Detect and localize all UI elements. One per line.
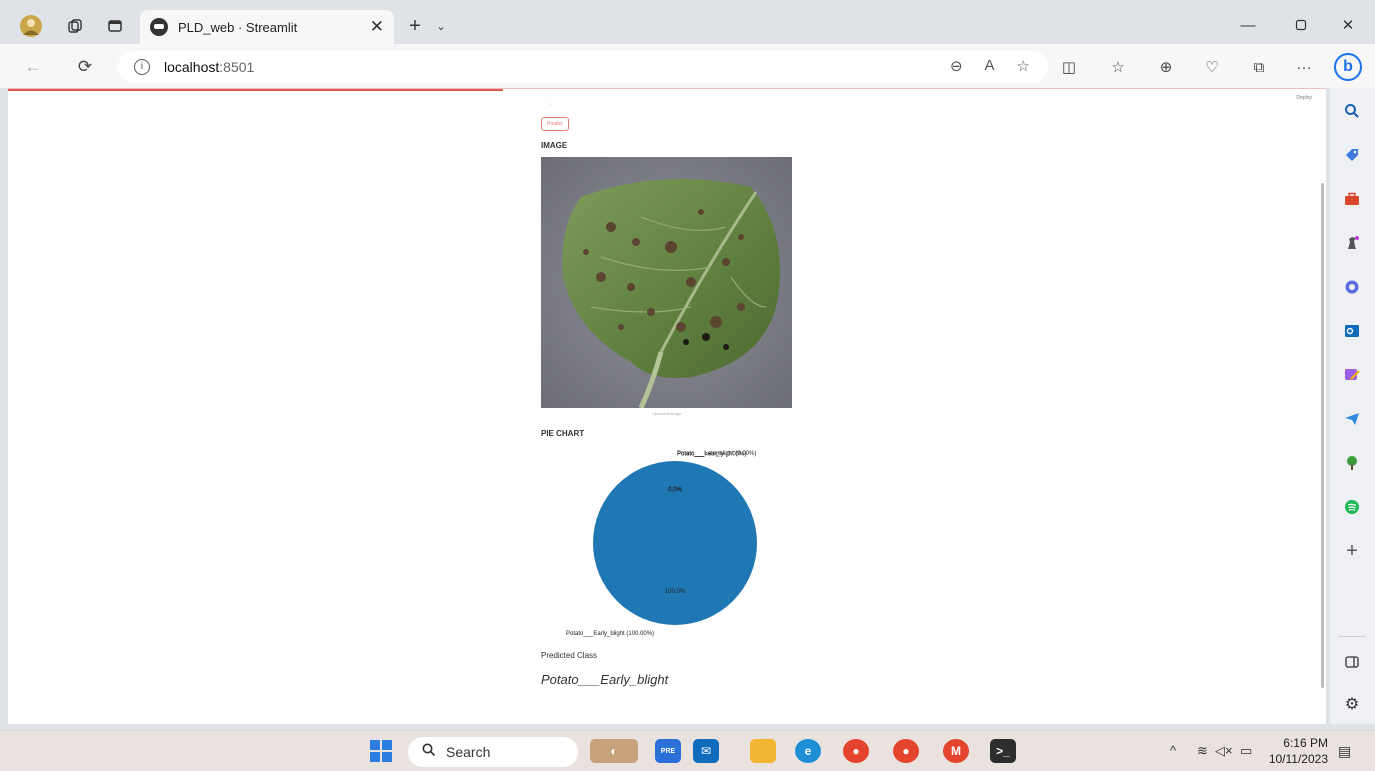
predicted-class-heading: Predicted Class (541, 651, 598, 660)
address-bar[interactable]: i localhost:8501 ⊖ A ☆ (118, 51, 1048, 83)
tab-list-chevron-down-icon[interactable]: ⌄ (428, 13, 454, 39)
workspaces-icon[interactable] (62, 13, 88, 39)
maximize-icon[interactable] (1281, 12, 1321, 38)
image-heading: IMAGE (541, 141, 568, 150)
search-icon (422, 743, 436, 761)
file-explorer-icon[interactable] (750, 739, 776, 763)
hide-sidebar-icon[interactable] (1339, 649, 1365, 675)
battery-icon[interactable]: ▭ (1240, 743, 1252, 759)
widgets-icon[interactable]: ◐ (590, 739, 638, 763)
minimize-icon[interactable]: — (1228, 12, 1268, 38)
extensions-icon[interactable]: ⧉ (1245, 54, 1273, 80)
outlook-icon[interactable] (1339, 318, 1365, 344)
tree-icon[interactable] (1339, 450, 1365, 476)
edge-sidebar: + ⚙ (1330, 88, 1375, 724)
notification-icon[interactable]: ▤ (1338, 743, 1351, 760)
address-toolbar: ← ⟳ i localhost:8501 ⊖ A ☆ ◫ ☆ ⊕ ♡ ⧉ ···… (0, 44, 1375, 88)
sidebar-divider (1338, 636, 1366, 637)
volume-muted-icon[interactable]: ◁× (1215, 743, 1233, 759)
copilot-bing-icon[interactable]: b (1334, 53, 1362, 81)
predicted-class-value: Potato___Early_blight (541, 672, 669, 687)
favorite-star-icon[interactable]: ☆ (1017, 57, 1030, 75)
close-tab-icon[interactable]: ✕ (370, 17, 384, 37)
image-caption: Uploaded Image (651, 411, 682, 416)
show-hidden-icons-icon[interactable]: ^ (1170, 743, 1176, 758)
tab-pld-web[interactable]: PLD_web · Streamlit ✕ (140, 10, 394, 44)
windows-start-icon[interactable] (370, 740, 392, 762)
pie-slice (593, 461, 757, 625)
back-arrow-icon[interactable]: ← (20, 54, 46, 80)
wifi-icon[interactable]: ≋ (1197, 743, 1208, 759)
pie-pct-label: 100.0% (665, 589, 686, 595)
page-scrollbar[interactable] (1321, 183, 1324, 688)
pie-pct-label: 0.0% (668, 488, 682, 494)
collections-icon[interactable]: ⊕ (1152, 54, 1180, 80)
shopping-tag-icon[interactable] (1339, 142, 1365, 168)
windows-taskbar: Search ◐ PRE ✉ e ● ● M >_ ^ ≋ ◁× ▭ 6:16 … (0, 730, 1375, 771)
streamlit-favicon-icon (150, 18, 168, 36)
upload-remnant-icon: ◡ (549, 100, 555, 106)
pie-slice-label: Potato___Early_blight (100.00%) (566, 631, 654, 637)
microsoft-365-icon[interactable] (1339, 274, 1365, 300)
system-clock[interactable]: 6:16 PM 10/11/2023 (1258, 735, 1328, 767)
mail-icon[interactable]: ✉ (693, 739, 719, 763)
chrome-profile-3-icon[interactable]: M (943, 739, 969, 763)
refresh-icon[interactable]: ⟳ (72, 54, 98, 80)
clock-date: 10/11/2023 (1268, 752, 1328, 766)
uploaded-leaf-image (541, 157, 792, 408)
pie-chart: 100.0% Potato___Early_blight (100.00%) Pot… (551, 445, 801, 645)
chrome-icon[interactable]: ● (843, 739, 869, 763)
deploy-button[interactable]: Deploy (1296, 95, 1312, 101)
tab-title: PLD_web · Streamlit (178, 19, 298, 35)
pie-chart-svg: 100.0% Potato___Early_blight (100.00%) Pot… (566, 451, 757, 637)
spotify-icon[interactable] (1339, 494, 1365, 520)
telegram-send-icon[interactable] (1339, 406, 1365, 432)
taskbar-search[interactable]: Search (408, 737, 578, 767)
pie-slice-label: Potato___healthy (0.00%) (677, 452, 746, 458)
chrome-profile-2-icon[interactable]: ● (893, 739, 919, 763)
pie-chart-heading: PIE CHART (541, 429, 585, 438)
taskbar-search-label: Search (446, 744, 491, 760)
url-port: :8501 (219, 59, 255, 75)
search-icon[interactable] (1339, 98, 1365, 124)
pre-app-icon[interactable]: PRE (655, 739, 681, 763)
games-chess-icon[interactable] (1339, 230, 1365, 256)
zoom-out-icon[interactable]: ⊖ (950, 57, 963, 75)
predict-button[interactable]: Predict (541, 117, 569, 131)
clock-time: 6:16 PM (1283, 736, 1328, 750)
favorites-icon[interactable]: ☆ (1104, 54, 1132, 80)
profile-avatar-icon[interactable] (18, 13, 44, 39)
settings-gear-icon[interactable]: ⚙ (1339, 691, 1365, 717)
page-top-accent (8, 89, 503, 91)
terminal-icon[interactable]: >_ (990, 739, 1016, 763)
designer-icon[interactable] (1339, 362, 1365, 388)
url-host: localhost (164, 59, 220, 75)
more-menu-icon[interactable]: ··· (1290, 54, 1318, 80)
site-info-icon[interactable]: i (134, 59, 150, 75)
tools-briefcase-icon[interactable] (1339, 186, 1365, 212)
add-app-plus-icon[interactable]: + (1339, 538, 1365, 564)
split-screen-icon[interactable]: ◫ (1055, 54, 1083, 80)
new-tab-icon[interactable]: + (402, 13, 428, 39)
close-window-icon[interactable]: ✕ (1328, 12, 1368, 38)
page-viewport: Deploy ◡ Predict IMAGE Uploaded Image PI… (8, 88, 1326, 724)
edge-browser-icon[interactable]: e (795, 739, 821, 763)
tab-actions-icon[interactable] (102, 13, 128, 39)
browser-essentials-icon[interactable]: ♡ (1198, 54, 1226, 80)
read-aloud-icon[interactable]: A (985, 57, 995, 75)
